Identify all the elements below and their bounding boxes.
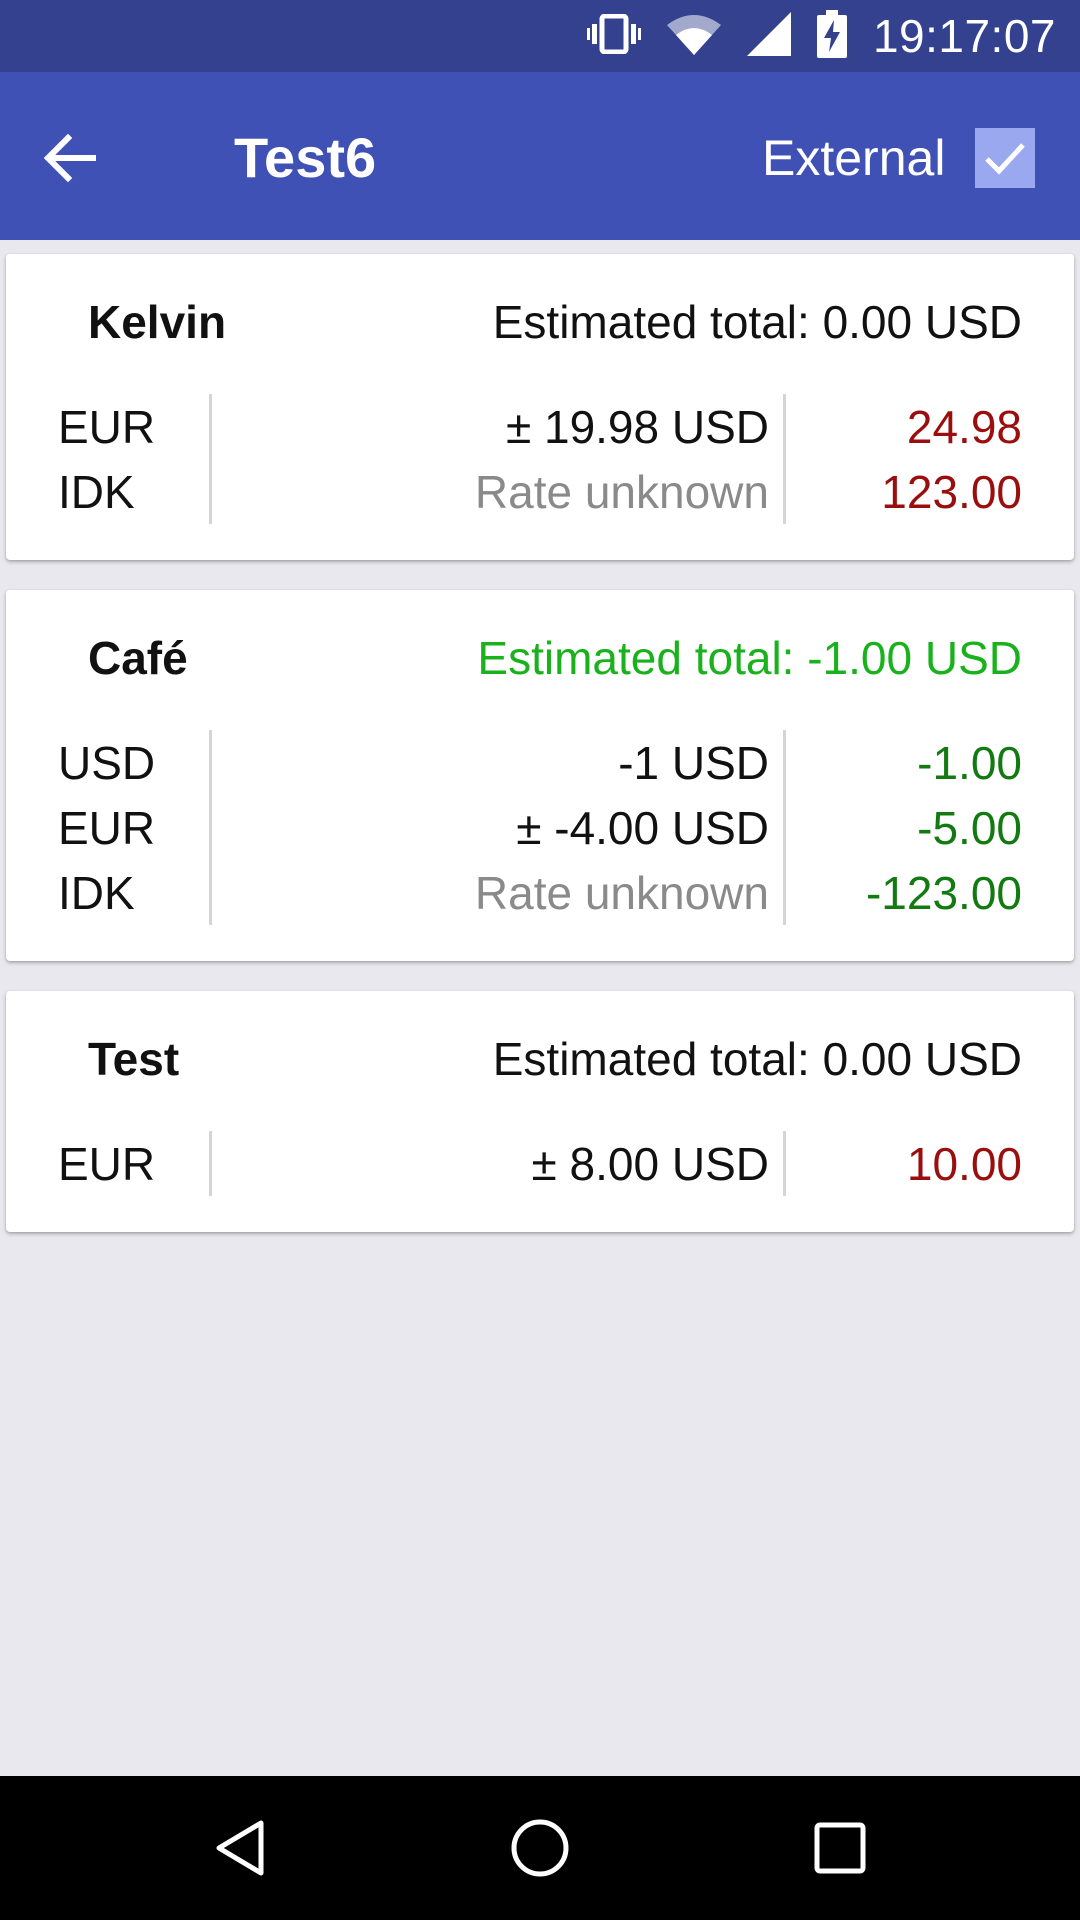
recents-square-icon bbox=[814, 1822, 866, 1874]
currency-code: IDK bbox=[58, 459, 212, 524]
card-header: Kelvin Estimated total: 0.00 USD bbox=[58, 294, 1022, 350]
checkmark-icon bbox=[985, 143, 1025, 175]
person-card[interactable]: Café Estimated total: -1.00 USD USD -1 USD -… bbox=[6, 590, 1074, 961]
person-name: Test bbox=[88, 1033, 180, 1085]
amount-value: -1.00 bbox=[917, 736, 1022, 789]
estimated-total: Estimated total: 0.00 USD bbox=[492, 296, 1022, 348]
amount-value: -5.00 bbox=[917, 801, 1022, 854]
amount-value: 123.00 bbox=[881, 465, 1022, 518]
amount-value: -123.00 bbox=[865, 866, 1022, 919]
status-bar: 19:17:07 bbox=[0, 0, 1080, 72]
converted-value: -1 USD bbox=[212, 730, 786, 795]
page-title: Test6 bbox=[234, 126, 377, 189]
table-row: EUR ± 19.98 USD 24.98 bbox=[58, 394, 1022, 459]
table-row: IDK Rate unknown 123.00 bbox=[58, 459, 1022, 524]
battery-charging-icon bbox=[816, 9, 847, 63]
balance-list: Kelvin Estimated total: 0.00 USD EUR ± 19.9… bbox=[6, 254, 1074, 1262]
signal-icon bbox=[746, 11, 791, 61]
amount-value: 10.00 bbox=[906, 1137, 1022, 1190]
back-button[interactable] bbox=[30, 118, 110, 198]
person-card[interactable]: Kelvin Estimated total: 0.00 USD EUR ± 19.9… bbox=[6, 254, 1074, 560]
external-label[interactable]: External bbox=[762, 128, 945, 188]
currency-code: EUR bbox=[58, 1131, 212, 1196]
converted-value: Rate unknown bbox=[212, 860, 786, 925]
nav-home-button[interactable] bbox=[485, 1793, 595, 1903]
currency-table: EUR ± 19.98 USD 24.98 IDK Rate unknown 123.00 bbox=[58, 394, 1022, 524]
app-bar: Test6 External bbox=[0, 72, 1080, 240]
wifi-icon bbox=[666, 13, 721, 60]
arrow-back-icon bbox=[44, 134, 96, 182]
person-name: Kelvin bbox=[88, 296, 227, 348]
currency-code: USD bbox=[58, 730, 212, 795]
nav-recents-button[interactable] bbox=[785, 1793, 895, 1903]
table-row: IDK Rate unknown -123.00 bbox=[58, 860, 1022, 925]
table-row: EUR ± 8.00 USD 10.00 bbox=[58, 1131, 1022, 1196]
estimated-total: Estimated total: 0.00 USD bbox=[492, 1033, 1022, 1085]
table-row: EUR ± -4.00 USD -5.00 bbox=[58, 795, 1022, 860]
vibrate-icon bbox=[586, 13, 641, 59]
converted-value: ± 8.00 USD bbox=[212, 1131, 786, 1196]
currency-code: IDK bbox=[58, 860, 212, 925]
home-circle-icon bbox=[511, 1819, 569, 1877]
currency-table: USD -1 USD -1.00 EUR ± -4.00 USD -5.00 IDK Rate… bbox=[58, 730, 1022, 925]
converted-value: ± -4.00 USD bbox=[212, 795, 786, 860]
converted-value: Rate unknown bbox=[212, 459, 786, 524]
status-time: 19:17:07 bbox=[872, 10, 1056, 62]
system-nav-bar bbox=[0, 1776, 1080, 1920]
back-triangle-icon bbox=[216, 1820, 264, 1876]
currency-code: EUR bbox=[58, 394, 212, 459]
table-row: USD -1 USD -1.00 bbox=[58, 730, 1022, 795]
converted-value: ± 19.98 USD bbox=[212, 394, 786, 459]
currency-table: EUR ± 8.00 USD 10.00 bbox=[58, 1131, 1022, 1196]
currency-code: EUR bbox=[58, 795, 212, 860]
person-card[interactable]: Test Estimated total: 0.00 USD EUR ± 8.00 U… bbox=[6, 991, 1074, 1232]
person-name: Café bbox=[88, 632, 188, 684]
card-header: Test Estimated total: 0.00 USD bbox=[58, 1031, 1022, 1087]
estimated-total: Estimated total: -1.00 USD bbox=[477, 632, 1022, 684]
nav-back-button[interactable] bbox=[185, 1793, 295, 1903]
external-checkbox[interactable] bbox=[975, 128, 1035, 188]
card-header: Café Estimated total: -1.00 USD bbox=[58, 630, 1022, 686]
amount-value: 24.98 bbox=[906, 400, 1022, 453]
